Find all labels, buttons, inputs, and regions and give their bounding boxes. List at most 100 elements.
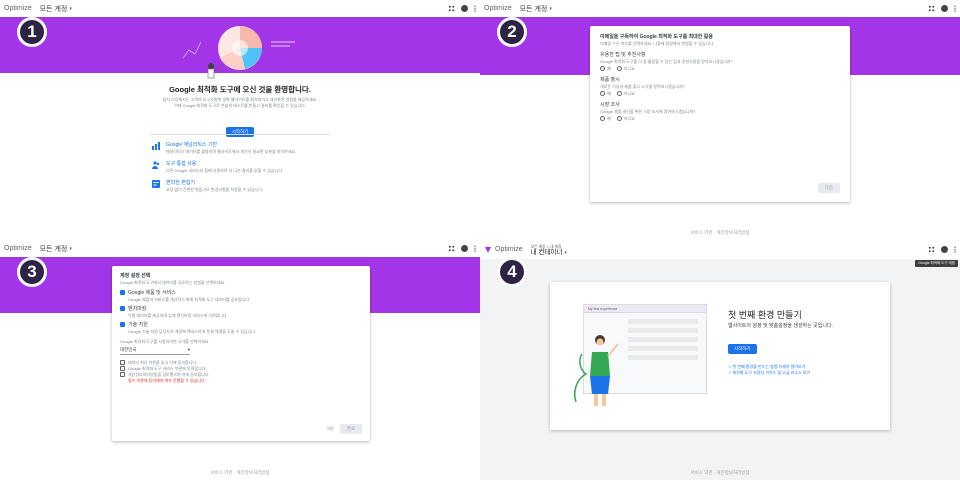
people-icon	[152, 161, 160, 169]
top-bar: Optimize 모든 계정 ▾	[0, 0, 480, 17]
finish-button[interactable]: 완료	[339, 424, 362, 434]
apps-grid-icon[interactable]	[928, 5, 935, 12]
radio-yes[interactable]	[600, 91, 605, 97]
radio-no[interactable]	[616, 66, 622, 72]
pref-desc: Google 최적화 도구를 더 잘 활용할 수 있는 팁과 추천사항을 받아보…	[600, 59, 733, 64]
more-vert-icon[interactable]	[474, 245, 476, 252]
footer-links[interactable]: 서비스 약관 · 개인정보처리방침	[480, 230, 960, 236]
feature-item: 편리한 편집기 코딩 없이 간편한 편집기로 변경사항을 적용할 수 있습니다.	[152, 180, 342, 193]
radio-yes[interactable]	[600, 66, 605, 72]
more-vert-icon[interactable]	[954, 5, 956, 12]
feature-desc: 다른 Google 서비스와 함께 사용하여 더 나은 결과를 얻을 수 있습니…	[166, 168, 284, 173]
setting-option: Google 제품 및 서비스 Google 제품과 서비스를 개선하기 위해 …	[120, 290, 362, 303]
empty-state-text: 첫 번째 환경 만들기 웹사이트의 설정 및 맞춤설정을 생성하는 곳입니다. …	[728, 308, 878, 376]
card-heading: 계정 설정 선택	[120, 273, 151, 279]
radio-yes-label: 예	[607, 91, 611, 96]
feature-title: 편리한 편집기	[166, 180, 195, 186]
help-icon[interactable]	[461, 5, 468, 12]
agreement-text: 개인정보처리방침을 검토했으며 이에 동의합니다.	[128, 372, 210, 377]
help-link[interactable]: ✧ 최적화 도구 사용자 가이드 및 고급 리소스 보기	[728, 370, 878, 376]
next-button[interactable]: 다음	[817, 183, 840, 193]
footer-links[interactable]: 서비스 약관 · 개인정보처리방침	[480, 470, 960, 476]
checkbox-unchecked[interactable]	[120, 360, 125, 366]
mock-browser-title: My first experience	[584, 305, 706, 313]
chevron-down-icon[interactable]: ▾	[564, 250, 567, 256]
feature-title: 도구 통합 사용	[166, 161, 197, 167]
account-selector[interactable]: 모든 계정	[40, 4, 68, 14]
get-started-button[interactable]: 시작하기	[728, 344, 757, 354]
footer-links[interactable]: 서비스 약관 · 개인정보처리방침	[0, 470, 480, 476]
step-badge: 3	[17, 257, 47, 287]
back-button[interactable]: 이전	[326, 426, 333, 432]
radio-no-label: 아니요	[623, 91, 635, 96]
account-selector[interactable]: 모든 계정	[40, 244, 68, 254]
feature-list: Google 애널리틱스 기반 애널리틱스 데이터를 활용하여 웹사이트에서 개…	[152, 142, 342, 199]
email-prefs-card: 이메일을 구독하여 Google 최적화 도구를 최대한 활용 이메일 수신 여…	[590, 26, 850, 202]
checkbox-unchecked[interactable]	[120, 372, 125, 378]
apps-grid-icon[interactable]	[448, 245, 455, 252]
country-select[interactable]: 대한민국 ▾	[120, 347, 190, 355]
chevron-down-icon[interactable]: ▾	[549, 6, 552, 12]
radio-no-label: 아니요	[623, 116, 635, 121]
radio-no-label: 아니요	[623, 66, 635, 71]
checkbox-checked[interactable]	[120, 290, 125, 296]
option-desc: 익명 데이터를 제공하여 업계 벤치마킹 서비스에 기여합니다.	[128, 313, 228, 318]
option-desc: Google 제품과 서비스를 개선하기 위해 최적화 도구 데이터를 공유합니…	[128, 297, 251, 302]
panel-email-prefs: Optimize 모든 계정 ▾ 2 이메일을 구독하여 Google 최적화 …	[480, 0, 960, 240]
panel-welcome: Optimize 모든 계정 ▾ 1 Google 최적화 도구에 오신 것을 …	[0, 0, 480, 240]
option-title: 기술 지원	[128, 322, 148, 328]
divider	[150, 134, 330, 135]
country-label: Google 최적화 도구를 사용하려면 국가를 선택하세요.	[120, 339, 210, 344]
account-selector[interactable]: 모든 계정	[520, 4, 548, 14]
help-icon[interactable]	[941, 5, 948, 12]
container-title[interactable]: 내 컨테이너	[531, 249, 563, 256]
chevron-down-icon[interactable]: ▾	[69, 246, 72, 252]
brand-name: Optimize	[4, 5, 32, 12]
top-bar: Optimize 모든 계정 > 내 계정 내 컨테이너 ▾	[480, 240, 960, 259]
chevron-down-icon[interactable]: ▾	[69, 6, 72, 12]
top-bar: Optimize 모든 계정 ▾	[0, 240, 480, 257]
checkbox-checked[interactable]	[120, 322, 125, 328]
option-title: Google 제품 및 서비스	[128, 290, 176, 296]
feature-item: 도구 통합 사용 다른 Google 서비스와 함께 사용하여 더 나은 결과를…	[152, 161, 342, 174]
radio-no[interactable]	[616, 91, 622, 97]
start-button[interactable]: 시작하기	[225, 127, 255, 137]
apps-grid-icon[interactable]	[448, 5, 455, 12]
help-link-text[interactable]: 최적화 도구 사용자 가이드 및 고급 리소스 보기	[732, 370, 810, 375]
feature-desc: 코딩 없이 간편한 편집기로 변경사항을 적용할 수 있습니다.	[166, 187, 264, 192]
radio-no[interactable]	[616, 116, 622, 122]
pref-desc: Google 제품 개선을 위한 시장 조사에 참여하시겠습니까?	[600, 109, 696, 114]
person-illustration	[574, 335, 619, 406]
option-desc: Google 기술 지원 담당자가 계정에 액세스하여 문제 해결을 도울 수 …	[128, 329, 257, 334]
pref-section: 유용한 팁 및 추천사항 Google 최적화 도구를 더 잘 활용할 수 있는…	[600, 52, 840, 72]
card-subtitle: 이메일 수신 여부를 선택하세요. 나중에 설정에서 변경할 수 있습니다.	[600, 41, 715, 46]
checkbox-checked[interactable]	[120, 306, 125, 312]
brand-name: Optimize	[495, 246, 523, 253]
pref-desc: 새로운 기능과 제품 출시 소식을 받아보시겠습니까?	[600, 84, 686, 89]
pref-section: 시장 조사 Google 제품 개선을 위한 시장 조사에 참여하시겠습니까? …	[600, 102, 840, 122]
empty-state-title: 첫 번째 환경 만들기	[728, 310, 802, 320]
step-badge: 2	[497, 17, 527, 47]
agreement-text: 데이터 처리 약관을 읽고 이에 동의합니다.	[128, 360, 198, 365]
welcome-title: Google 최적화 도구에 오신 것을 환영합니다.	[169, 85, 311, 94]
help-links: ✧ 첫 번째 환경을 만드는 방법 자세히 알아보기 ✧ 최적화 도구 사용자 …	[728, 364, 878, 376]
more-vert-icon[interactable]	[954, 246, 956, 253]
intro-text: 점차 다양해지는 고객의 요구사항에 맞춰 웹사이트를 최적화하고 개인화된 경…	[150, 97, 330, 109]
bar-chart-icon	[152, 142, 160, 150]
radio-yes[interactable]	[600, 116, 605, 122]
option-title: 벤치마킹	[128, 306, 147, 312]
radio-yes-label: 예	[607, 66, 611, 71]
help-link-text[interactable]: 첫 번째 환경을 만드는 방법 자세히 알아보기	[732, 364, 805, 369]
help-icon[interactable]	[461, 245, 468, 252]
intro-line: 이제 Google 최적화 도구로 손쉽게 테스트를 만들고 결과를 확인할 수…	[174, 103, 306, 108]
feature-title: Google 애널리틱스 기반	[166, 142, 218, 148]
apps-grid-icon[interactable]	[928, 246, 935, 253]
account-tooltip: Google 최적화 도구 계정	[915, 260, 958, 267]
checkbox-unchecked[interactable]	[120, 366, 125, 372]
feature-desc: 애널리틱스 데이터를 활용하여 웹사이트에서 개선이 필요한 부분을 파악하세요…	[166, 149, 297, 154]
agreements: 데이터 처리 약관을 읽고 이에 동의합니다. Google 최적화 도구 서비…	[120, 360, 362, 384]
tutorial-collage: Optimize 모든 계정 ▾ 1 Google 최적화 도구에 오신 것을 …	[0, 0, 960, 480]
help-icon[interactable]	[941, 246, 948, 253]
more-vert-icon[interactable]	[474, 5, 476, 12]
account-settings-card: 계정 설정 선택 Google 최적화 도구에서 데이터를 공유하는 방법을 선…	[112, 266, 370, 441]
